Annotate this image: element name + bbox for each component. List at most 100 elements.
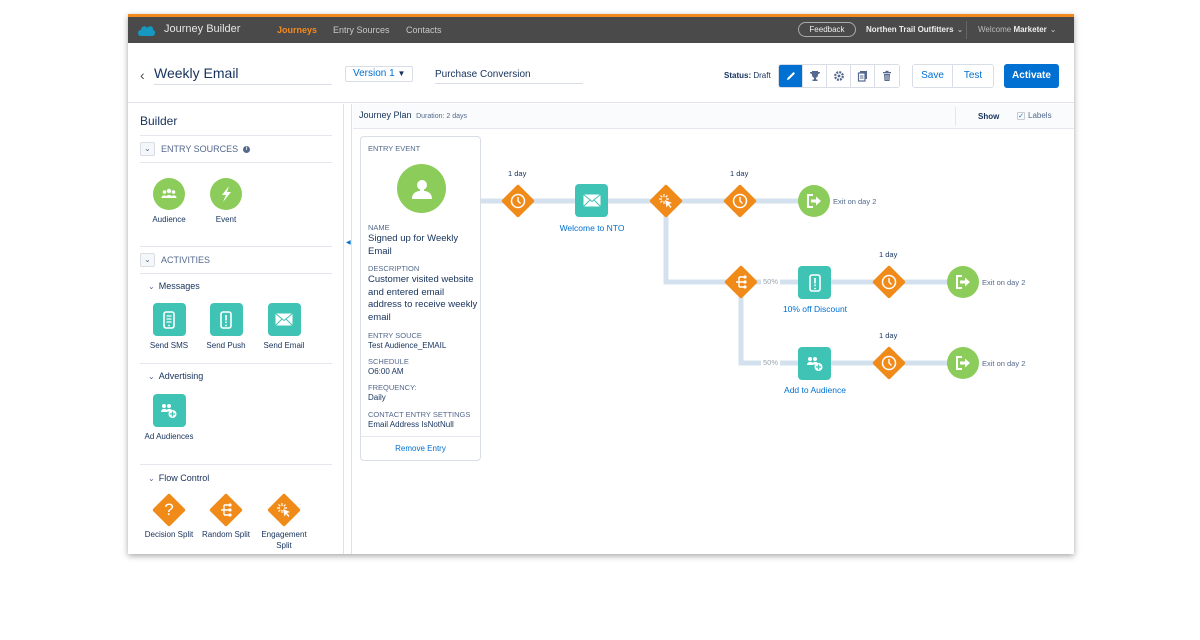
journey-name-input[interactable]: Weekly Email — [154, 65, 332, 85]
trophy-icon — [809, 71, 820, 81]
entry-sources-label: ENTRY SOURCES — [161, 144, 239, 154]
settings-button[interactable] — [827, 65, 851, 87]
journey-canvas: Journey Plan Duration: 2 days Show ✓ Lab… — [353, 104, 1074, 554]
add-to-audience-label[interactable]: Add to Audience — [779, 385, 851, 395]
email-activity-label[interactable]: Welcome to NTO — [559, 223, 625, 233]
collapse-arrow-icon[interactable]: ◀ — [346, 239, 351, 246]
builder-title: Builder — [140, 114, 178, 128]
palette-engagement-split[interactable]: Engagement Split — [258, 491, 310, 551]
palette-event[interactable]: Event — [200, 178, 252, 225]
status-label: Status: — [724, 71, 752, 80]
flow-connectors — [481, 198, 963, 366]
feedback-button[interactable]: Feedback — [798, 22, 856, 37]
cloud-logo-icon — [138, 26, 156, 36]
palette-label: Ad Audiences — [144, 432, 194, 441]
add-to-audience-node[interactable] — [798, 347, 831, 380]
advertising-group-header[interactable]: ⌄ Advertising — [148, 371, 203, 381]
status-indicator: Status: Draft — [724, 71, 771, 80]
copy-icon — [857, 71, 867, 82]
chevron-down-icon: ⌄ — [148, 474, 155, 483]
divider — [140, 464, 332, 465]
palette-random-split[interactable]: Random Split — [200, 491, 252, 540]
activities-header[interactable]: ⌄ ACTIVITIES — [140, 253, 210, 267]
palette-label: Engagement Split — [261, 530, 307, 550]
split-percent-label: 50% — [761, 277, 781, 286]
back-icon[interactable]: ‹ — [140, 67, 145, 83]
nav-contacts[interactable]: Contacts — [406, 25, 442, 35]
wait-node[interactable] — [870, 263, 908, 301]
exit-label: Exit on day 2 — [982, 359, 1026, 368]
clock-icon — [732, 193, 748, 209]
trash-icon — [883, 70, 891, 81]
palette-label: Audience — [152, 215, 186, 224]
save-button[interactable]: Save — [913, 65, 953, 87]
clock-icon — [510, 193, 526, 209]
email-activity-node[interactable] — [575, 184, 608, 217]
palette-label: Random Split — [201, 530, 251, 539]
connector-branch-b — [738, 282, 963, 366]
lightning-icon — [210, 178, 242, 210]
entry-sources-header[interactable]: ⌄ ENTRY SOURCES i — [140, 142, 251, 156]
palette-label: Send Email — [263, 341, 305, 350]
palette-ad-audiences[interactable]: Ad Audiences — [143, 394, 195, 442]
delete-button[interactable] — [875, 65, 899, 87]
exit-node[interactable] — [798, 185, 830, 217]
goal-input[interactable]: Purchase Conversion — [435, 69, 583, 84]
wait-node[interactable] — [870, 344, 908, 382]
palette-decision-split[interactable]: ? Decision Split — [143, 491, 195, 540]
palette-send-push[interactable]: Send Push — [200, 303, 252, 351]
random-split-node[interactable] — [722, 263, 760, 301]
chevron-down-icon: ⌄ — [148, 282, 155, 291]
exit-node[interactable] — [947, 347, 979, 379]
edit-icon — [786, 72, 795, 80]
org-menu[interactable]: Northen Trail Outfitters ⌄ — [866, 25, 963, 34]
nav-entry-sources[interactable]: Entry Sources — [333, 25, 390, 35]
edit-button[interactable] — [779, 65, 803, 87]
engagement-split-node[interactable] — [647, 182, 685, 220]
chevron-down-icon: ⌄ — [956, 25, 964, 34]
flow-control-group-header[interactable]: ⌄ Flow Control — [148, 473, 209, 483]
divider — [140, 273, 332, 274]
clock-icon — [881, 355, 897, 371]
welcome-text: Welcome — [978, 25, 1012, 34]
palette-send-email[interactable]: Send Email — [258, 303, 310, 351]
palette-send-sms[interactable]: Send SMS — [143, 303, 195, 351]
goals-button[interactable] — [803, 65, 827, 87]
palette-label: Decision Split — [144, 530, 194, 539]
copy-button[interactable] — [851, 65, 875, 87]
palette-audience[interactable]: Audience — [143, 178, 195, 225]
palette-label: Event — [215, 215, 237, 224]
activate-button[interactable]: Activate — [1004, 64, 1059, 88]
chevron-down-icon: ⌄ — [140, 253, 155, 267]
messages-group-header[interactable]: ⌄ Messages — [148, 281, 200, 291]
group-label: Advertising — [158, 371, 204, 381]
journey-builder-window: Journey Builder Journeys Entry Sources C… — [128, 14, 1074, 554]
wait-duration-label: 1 day — [508, 169, 527, 178]
ad-audiences-icon — [798, 347, 831, 380]
chevron-down-icon: ⌄ — [140, 142, 155, 156]
exit-node[interactable] — [947, 266, 979, 298]
exit-icon — [798, 185, 830, 217]
nav-journeys[interactable]: Journeys — [277, 25, 317, 35]
info-icon[interactable]: i — [243, 145, 251, 153]
split-percent-label: 50% — [761, 358, 781, 367]
decision-split-icon: ? — [150, 491, 188, 529]
top-navigation: Journey Builder Journeys Entry Sources C… — [128, 17, 1074, 43]
push-activity-node[interactable] — [798, 266, 831, 299]
palette-label: Send SMS — [149, 341, 189, 350]
push-activity-label[interactable]: 10% off Discount — [779, 304, 851, 314]
test-button[interactable]: Test — [953, 65, 993, 87]
wait-node[interactable] — [721, 182, 759, 220]
version-select[interactable]: Version 1 ▼ — [345, 66, 414, 82]
user-menu[interactable]: Welcome Marketer ⌄ — [978, 25, 1057, 34]
wait-node[interactable] — [499, 182, 537, 220]
nav-divider — [966, 21, 967, 39]
wait-duration-label: 1 day — [730, 169, 749, 178]
wait-duration-label: 1 day — [879, 250, 898, 259]
engagement-split-icon — [265, 491, 303, 529]
chevron-down-icon: ⌄ — [148, 372, 155, 381]
chevron-down-icon: ⌄ — [1049, 25, 1057, 34]
divider — [140, 363, 332, 364]
sidebar-collapse-rail[interactable] — [344, 104, 352, 554]
journey-toolbar — [778, 64, 900, 88]
